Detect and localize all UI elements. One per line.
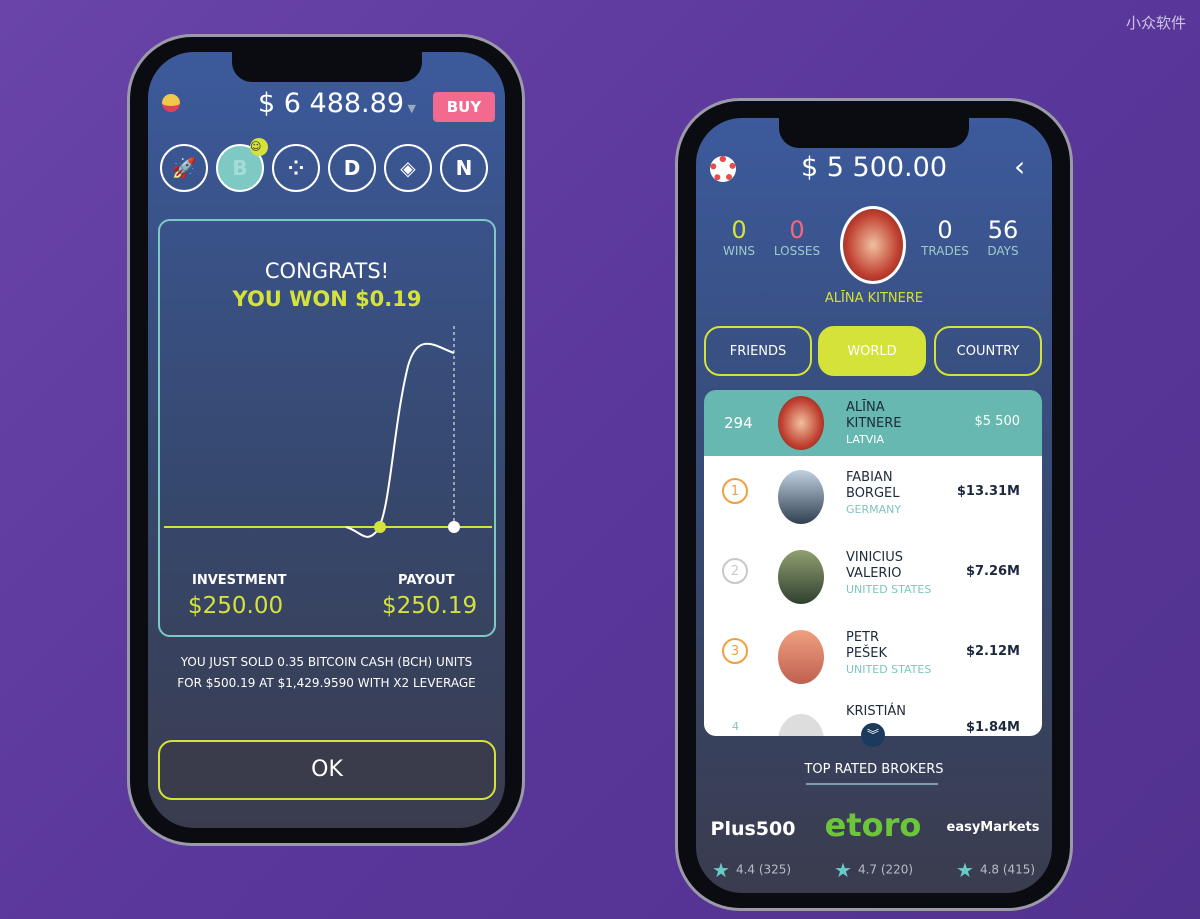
broker-easymarkets[interactable]: easyMarkets	[938, 820, 1048, 835]
name: ALĪNA KITNERE LATVIA	[846, 400, 902, 448]
price-line	[345, 342, 455, 538]
rocket-icon[interactable]: 🚀	[160, 144, 208, 192]
rank-number: 294	[724, 414, 753, 432]
notch	[231, 52, 422, 82]
back-chevron-icon[interactable]: ‹	[1014, 150, 1025, 183]
stat-value: 0	[789, 216, 805, 244]
first-name: ALĪNA	[846, 400, 885, 415]
star-icon: ★	[712, 858, 730, 882]
chevron-down-icon: ▼	[404, 102, 416, 115]
tab-friends[interactable]: FRIENDS	[704, 326, 812, 376]
avatar-placeholder	[778, 714, 824, 736]
nem-icon[interactable]: ◈	[384, 144, 432, 192]
notch	[779, 118, 969, 148]
profile-avatar[interactable]	[840, 206, 906, 284]
price-chart	[164, 326, 492, 538]
rank-number: 4	[732, 720, 739, 733]
first-name: VINICIUS	[846, 550, 903, 565]
leaderboard-screen: $ 5 500.00 ‹ 0 WINS 0 LOSSES 0 TRADES 56 DAY…	[696, 118, 1052, 893]
congrats-title: CONGRATS!	[264, 259, 390, 283]
my-rank-row[interactable]: 294 ALĪNA KITNERE LATVIA $5 500	[704, 390, 1042, 456]
stat-losses: 0 LOSSES	[762, 216, 832, 258]
name: PETR PEŠEK UNITED STATES	[846, 630, 931, 678]
avatar	[778, 550, 824, 604]
bitcoin-cash-icon[interactable]: B ☺	[216, 138, 268, 192]
tab-world[interactable]: WORLD	[818, 326, 926, 376]
entry-marker	[374, 521, 386, 533]
payout-label: PAYOUT	[398, 573, 455, 588]
star-icon: ★	[956, 858, 974, 882]
amount: $5 500	[974, 414, 1021, 429]
stat-label: LOSSES	[773, 244, 821, 258]
country: LATVIA	[846, 433, 885, 446]
dash-icon[interactable]: D	[328, 144, 376, 192]
amount: $13.31M	[956, 484, 1020, 499]
last-name: KITNERE	[846, 416, 902, 431]
avatar	[778, 470, 824, 524]
amount: $7.26M	[965, 564, 1020, 579]
first-name: FABIAN	[846, 470, 893, 485]
star-icon: ★	[834, 858, 852, 882]
result-card: CONGRATS! YOU WON $0.19 INVESTMENT $250.…	[158, 219, 496, 637]
avatar	[778, 396, 824, 450]
medal-icon: 1	[722, 478, 748, 504]
broker-etoro[interactable]: etoro	[818, 806, 928, 844]
amount: $2.12M	[965, 644, 1020, 659]
rating: ★ 4.7 (220)	[834, 858, 913, 882]
stat-days: 56 DAYS	[968, 216, 1038, 258]
watermark: 小众软件	[1125, 14, 1186, 32]
medal-icon: 2	[722, 558, 748, 584]
divider	[806, 783, 938, 785]
smiley-icon: ☺	[250, 138, 268, 156]
buy-button[interactable]: BUY	[433, 92, 495, 122]
first-name: KRISTIÁN	[846, 704, 907, 719]
iota-icon[interactable]: ⁘	[272, 144, 320, 192]
leaderboard-row[interactable]: 1 FABIAN BORGEL GERMANY $13.31M	[704, 456, 1042, 536]
scroll-down-chevron-icon[interactable]: ︾	[861, 723, 885, 747]
rating-value: 4.7 (220)	[857, 862, 914, 877]
message-line: FOR $500.19 AT $1,429.9590 WITH X2 LEVER…	[177, 676, 476, 690]
last-name: VALERIO	[846, 566, 902, 581]
left-phone: $ 6 488.89 ▼ BUY 🚀 B ☺ ⁘ D ◈ N CONGRATS! …	[130, 37, 522, 843]
leaderboard-row[interactable]: 2 VINICIUS VALERIO UNITED STATES $7.26M	[704, 536, 1042, 616]
name: VINICIUS VALERIO UNITED STATES	[846, 550, 931, 598]
leaderboard-row[interactable]: 3 PETR PEŠEK UNITED STATES $2.12M	[704, 616, 1042, 696]
investment-label: INVESTMENT	[192, 573, 287, 588]
trade-message: YOU JUST SOLD 0.35 BITCOIN CASH (BCH) UN…	[148, 652, 505, 694]
avatar	[778, 630, 824, 684]
message-line: YOU JUST SOLD 0.35 BITCOIN CASH (BCH) UN…	[180, 655, 473, 669]
rating: ★ 4.8 (415)	[956, 858, 1035, 882]
stat-label: DAYS	[987, 244, 1019, 258]
rating-value: 4.8 (415)	[979, 862, 1036, 877]
medal-icon: 3	[722, 638, 748, 664]
country: UNITED STATES	[846, 583, 932, 596]
won-amount: YOU WON $0.19	[232, 287, 422, 311]
payout-value: $250.19	[382, 593, 478, 619]
rating: ★ 4.4 (325)	[712, 858, 791, 882]
broker-plus500[interactable]: Plus500	[698, 818, 808, 840]
balance-dropdown[interactable]: $ 6 488.89 ▼	[258, 88, 416, 119]
name: FABIAN BORGEL GERMANY	[846, 470, 901, 518]
user-name: ALĪNA KITNERE	[824, 291, 924, 306]
first-name: PETR	[846, 630, 880, 645]
right-phone: $ 5 500.00 ‹ 0 WINS 0 LOSSES 0 TRADES 56 DAY…	[678, 101, 1070, 908]
ok-button[interactable]: OK	[158, 740, 496, 800]
finish-flag-icon	[448, 521, 460, 533]
last-name: BORGEL	[846, 486, 900, 501]
last-name: PEŠEK	[846, 646, 888, 661]
trade-result-screen: $ 6 488.89 ▼ BUY 🚀 B ☺ ⁘ D ◈ N CONGRATS! …	[148, 52, 505, 828]
amount: $1.84M	[965, 720, 1020, 735]
balance: $ 5 500.00	[801, 152, 947, 183]
investment-value: $250.00	[188, 593, 284, 619]
neo-icon[interactable]: N	[440, 144, 488, 192]
tab-country[interactable]: COUNTRY	[934, 326, 1042, 376]
balance: $ 6 488.89	[258, 88, 404, 119]
brokers-title: TOP RATED BROKERS	[804, 762, 944, 777]
award-icon	[162, 94, 180, 112]
stat-value: 56	[987, 216, 1019, 244]
country: GERMANY	[846, 503, 902, 516]
rating-value: 4.4 (325)	[735, 862, 792, 877]
country: UNITED STATES	[846, 663, 932, 676]
